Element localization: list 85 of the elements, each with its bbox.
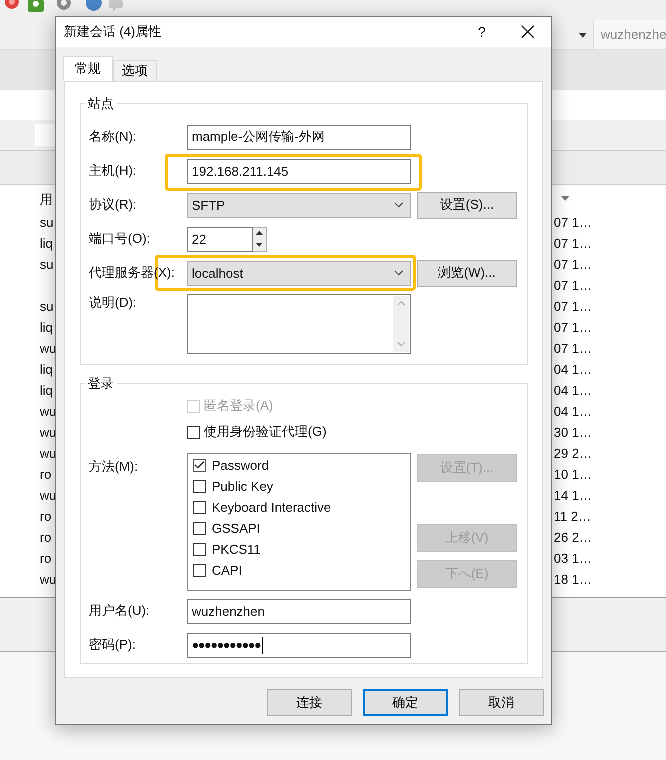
scrollbar[interactable]	[393, 296, 409, 352]
checkbox[interactable]	[193, 564, 206, 577]
username-field[interactable]: wuzhenzhen	[187, 598, 411, 624]
chevron-up-icon	[396, 301, 406, 306]
sort-caret-icon	[561, 196, 570, 201]
table-cell: su	[40, 257, 54, 272]
tab[interactable]: 选项	[113, 60, 157, 81]
field-label: 主机(H):	[89, 162, 138, 180]
close-icon	[521, 25, 535, 39]
table-cell: ro	[40, 509, 52, 524]
table-cell: 07 1…	[554, 341, 592, 356]
checkbox[interactable]	[193, 459, 206, 472]
table-cell: liq	[40, 383, 54, 398]
table-cell: ro	[40, 551, 52, 566]
field-label: 名称(N):	[89, 128, 138, 146]
group-title: 登录	[85, 375, 117, 393]
checkbox[interactable]	[193, 501, 206, 514]
dropdown-caret-icon[interactable]	[579, 33, 587, 38]
chevron-down-icon	[396, 342, 406, 347]
checkbox-label: GSSAPI	[212, 521, 260, 536]
checkbox-label: Keyboard Interactive	[212, 500, 332, 515]
table-cell: 18 1…	[554, 572, 592, 587]
table-cell: su	[40, 299, 54, 314]
column-header[interactable]: 用	[40, 191, 53, 209]
chevron-down-icon	[394, 202, 404, 208]
table-cell: 04 1…	[554, 383, 592, 398]
field-label: 用户名(U):	[89, 602, 151, 620]
table-cell: 07 1…	[554, 278, 592, 293]
dropdown[interactable]: localhost	[187, 260, 411, 286]
checkbox-label: Password	[212, 458, 270, 473]
checkbox-label: PKCS11	[212, 542, 261, 557]
table-cell: 04 1…	[554, 404, 592, 419]
checkbox-label: 使用身份验证代理(G)	[204, 423, 327, 441]
checkbox[interactable]	[193, 522, 206, 535]
table-cell: 26 2…	[554, 530, 592, 545]
table-cell: 11 2…	[554, 509, 592, 524]
table-cell: 04 1…	[554, 362, 592, 377]
field-label: 端口号(O):	[89, 230, 152, 248]
table-cell: 07 1…	[554, 320, 592, 335]
table-cell: ro	[40, 467, 52, 482]
table-cell: 03 1…	[554, 551, 592, 566]
field-label: 协议(R):	[89, 196, 138, 214]
down-caret-icon	[256, 242, 263, 247]
dialog-button[interactable]: 取消	[459, 689, 544, 716]
dialog-button[interactable]: 连接	[267, 689, 352, 716]
table-cell: 14 1…	[554, 488, 592, 503]
settings-button[interactable]: 设置(S)...	[417, 192, 517, 218]
table-cell: 07 1…	[554, 215, 592, 230]
table-cell: ro	[40, 530, 52, 545]
up-caret-icon	[256, 231, 263, 236]
field-label: 密码(P):	[89, 636, 137, 654]
checkbox-label: CAPI	[212, 563, 242, 578]
input-field[interactable]: 192.168.211.145	[187, 158, 411, 184]
table-cell: 10 1…	[554, 467, 592, 482]
dialog-button[interactable]: 确定	[363, 689, 448, 716]
help-button[interactable]: ?	[459, 17, 505, 47]
field-label: 说明(D):	[89, 294, 138, 312]
checkbox[interactable]	[193, 480, 206, 493]
group-title: 站点	[85, 95, 117, 113]
gear-icon[interactable]	[56, 0, 72, 12]
table-cell: liq	[40, 236, 54, 251]
input-field[interactable]: 22	[187, 226, 253, 252]
chevron-down-icon	[394, 270, 404, 276]
table-cell: liq	[40, 362, 54, 377]
text-area[interactable]	[187, 294, 411, 354]
table-cell: liq	[40, 320, 54, 335]
table-cell: 07 1…	[554, 236, 592, 251]
settings-button[interactable]: 浏览(W)...	[417, 260, 517, 286]
window-title: 新建会话 (4)属性	[64, 23, 162, 41]
table-cell: 07 1…	[554, 299, 592, 314]
field-label: 方法(M):	[89, 458, 140, 476]
table-cell: 30 1…	[554, 425, 592, 440]
checkbox[interactable]	[187, 426, 200, 438]
table-cell: su	[40, 215, 54, 230]
checkbox[interactable]	[193, 543, 206, 556]
table-cell: 29 2…	[554, 446, 592, 461]
dropdown[interactable]: SFTP	[187, 192, 411, 218]
password-field[interactable]: ●●●●●●●●●●●	[187, 632, 411, 658]
input-field[interactable]: mample-公网传输-外网	[187, 124, 411, 150]
checkbox-label: Public Key	[212, 479, 274, 494]
table-cell: 07 1…	[554, 257, 592, 272]
checkbox-label: 匿名登录(A)	[204, 397, 274, 415]
tab[interactable]: 常规	[63, 56, 113, 81]
spin-buttons[interactable]	[252, 226, 267, 252]
app-icon[interactable]	[28, 0, 44, 12]
